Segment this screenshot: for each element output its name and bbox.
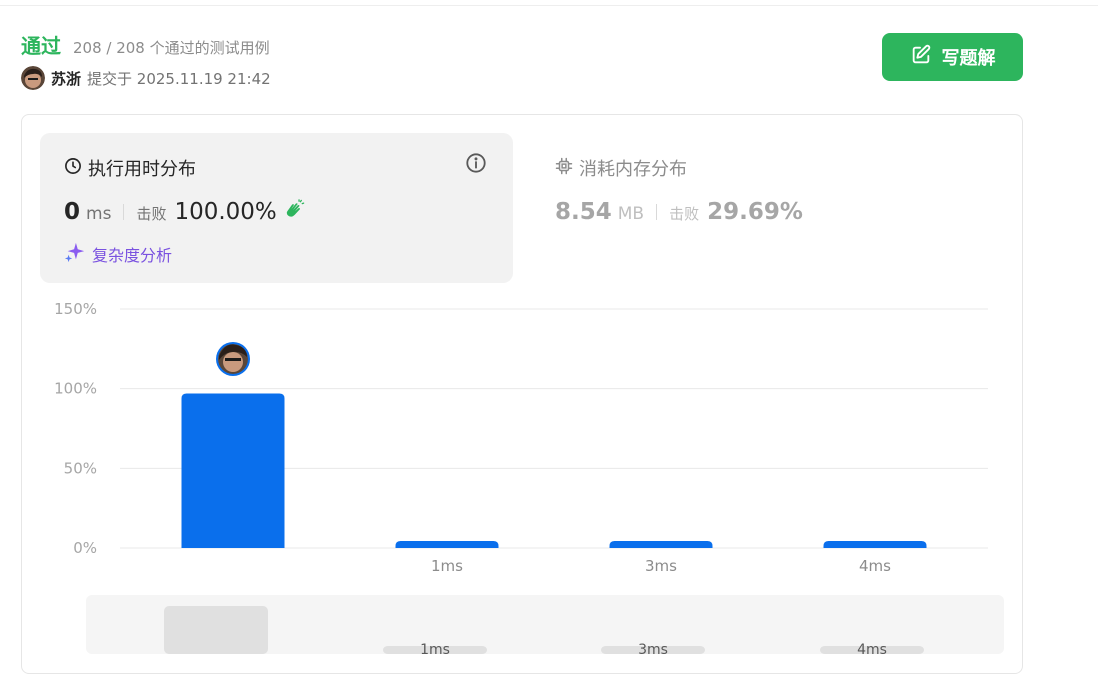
clock-icon <box>64 157 82 179</box>
y-tick-label: 100% <box>54 380 97 398</box>
overview-tick-label: 4ms <box>857 642 887 658</box>
chart-bar[interactable] <box>609 541 713 548</box>
write-solution-button[interactable]: 写题解 <box>882 33 1023 81</box>
runtime-panel[interactable]: 执行用时分布 0 ms 击败 100.00% 复杂度分析 <box>40 133 513 283</box>
user-marker-avatar <box>216 342 250 376</box>
tests-passed-text: 208 / 208 个通过的测试用例 <box>73 39 270 57</box>
memory-metrics: 8.54 MB 击败 29.69% <box>555 199 803 225</box>
runtime-beat-value: 100.00% <box>174 199 277 225</box>
chart-bar[interactable] <box>395 541 499 548</box>
memory-beat-label: 击败 <box>669 205 700 223</box>
chip-icon <box>555 157 573 179</box>
submission-info: 苏浙 提交于 2025.11.19 21:42 <box>21 66 271 90</box>
memory-title: 消耗内存分布 <box>579 159 687 180</box>
overview-tick-label: 1ms <box>420 642 450 658</box>
memory-value: 8.54 <box>555 199 612 225</box>
user-name[interactable]: 苏浙 <box>51 68 81 89</box>
complexity-analysis-link[interactable]: 复杂度分析 <box>64 241 172 267</box>
runtime-metrics: 0 ms 击败 100.00% <box>64 199 305 225</box>
overview-tick-label: 3ms <box>638 642 668 658</box>
write-solution-label: 写题解 <box>941 48 996 69</box>
edit-icon <box>910 44 932 70</box>
y-tick-label: 0% <box>73 539 97 557</box>
memory-unit: MB <box>617 204 645 224</box>
top-divider <box>0 5 1098 6</box>
status-row: 通过 208 / 208 个通过的测试用例 <box>21 30 270 59</box>
submitted-time: 提交于 2025.11.19 21:42 <box>87 69 271 88</box>
memory-beat-value: 29.69% <box>707 199 803 225</box>
runtime-title: 执行用时分布 <box>88 159 196 180</box>
runtime-beat-label: 击败 <box>136 205 167 223</box>
status-title: 通过 <box>21 34 61 58</box>
y-tick-label: 50% <box>64 459 97 477</box>
info-icon[interactable] <box>465 152 487 178</box>
y-tick-label: 150% <box>54 300 97 318</box>
x-tick-label: 4ms <box>859 557 891 575</box>
chart-bar[interactable] <box>823 541 927 548</box>
runtime-header: 执行用时分布 <box>64 155 196 181</box>
metric-divider <box>123 204 125 220</box>
runtime-unit: ms <box>86 204 112 224</box>
overview-bar <box>164 606 268 654</box>
x-tick-label: 3ms <box>645 557 677 575</box>
runtime-value: 0 <box>64 199 81 225</box>
sparkle-icon <box>64 241 86 267</box>
complexity-analysis-label: 复杂度分析 <box>92 246 173 265</box>
chart-bar[interactable] <box>181 393 285 548</box>
avatar[interactable] <box>21 66 45 90</box>
metric-divider <box>656 204 658 220</box>
clapping-hands-icon <box>283 199 305 225</box>
memory-tab[interactable]: 消耗内存分布 <box>555 155 687 181</box>
x-tick-label: 1ms <box>431 557 463 575</box>
